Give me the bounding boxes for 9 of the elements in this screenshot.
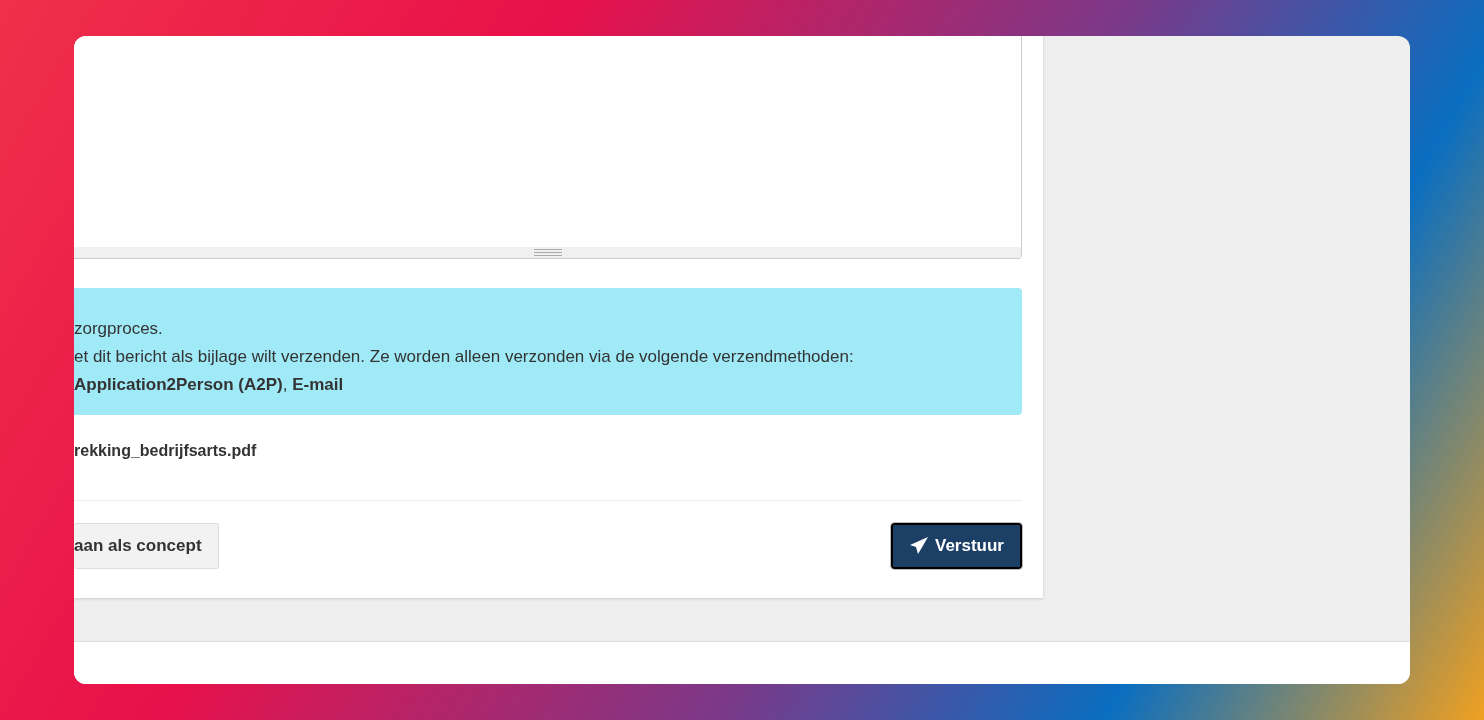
alert-text: zorgproces. (74, 318, 164, 340)
attachment-file-name[interactable]: rekking_bedrijfsarts.pdf (74, 442, 1022, 460)
message-field[interactable] (74, 36, 1022, 259)
alert-text: Application2Person (A2P), E-mail (74, 374, 345, 396)
send-button[interactable]: Verstuur (891, 523, 1022, 569)
alert-text: et dit bericht als bijlage wilt verzenden. Ze worden alleen verzonden via de volgende verzendmethoden: (74, 346, 855, 368)
paper-plane-icon (909, 536, 929, 556)
save-draft-button[interactable]: aan als concept (74, 523, 219, 569)
resize-handle-icon[interactable] (74, 247, 1021, 258)
